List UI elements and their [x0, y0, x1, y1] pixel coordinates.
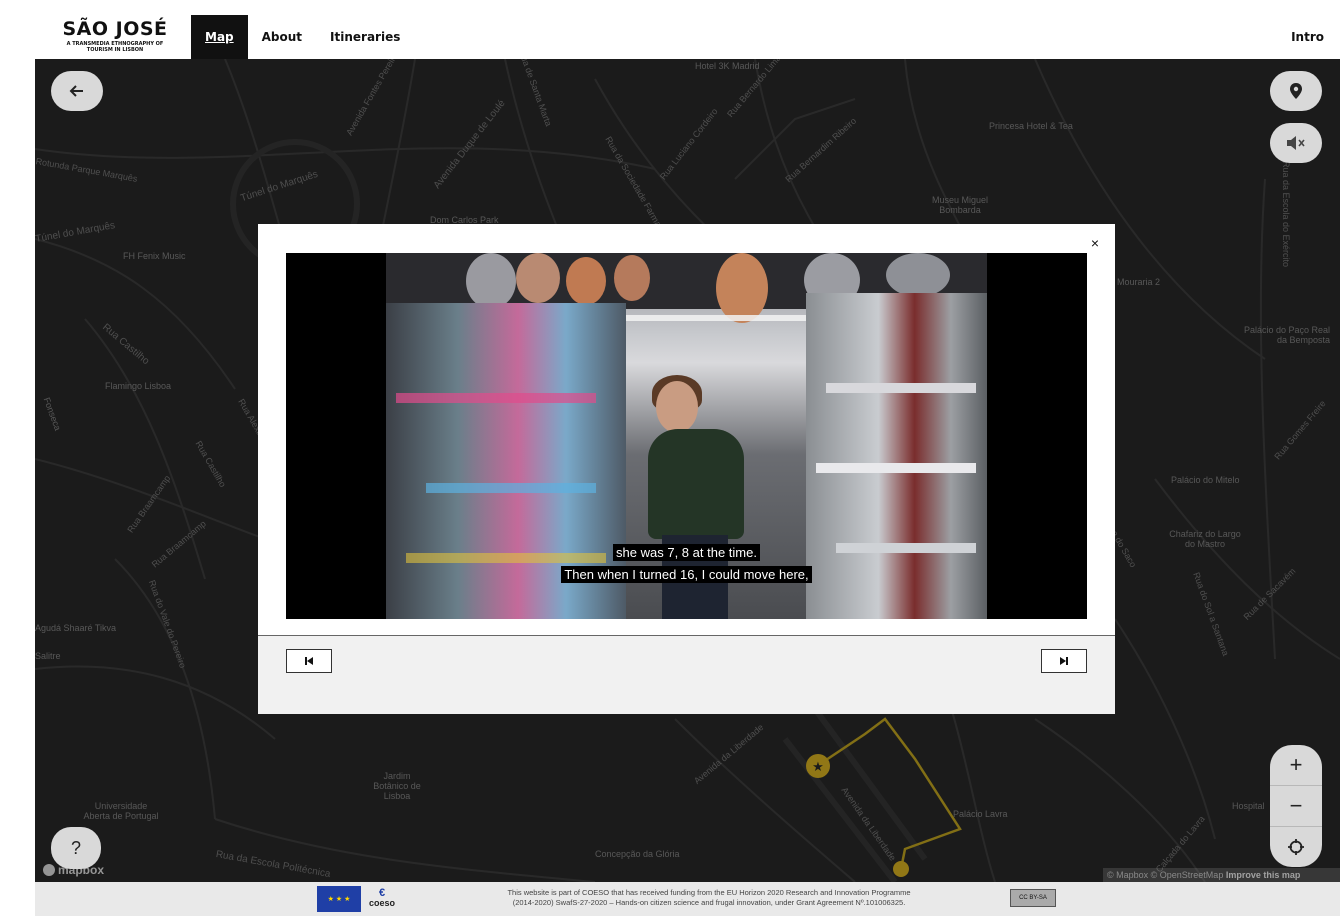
shelf-item: [396, 393, 596, 403]
zoom-in-button[interactable]: +: [1270, 745, 1322, 786]
balloon: [516, 253, 560, 303]
subtitle-line: Then when I turned 16, I could move here…: [286, 566, 1087, 583]
back-button[interactable]: [51, 71, 103, 111]
map-label-text: Jardim Botânico de Lisboa: [373, 771, 421, 801]
video-frame: [386, 253, 987, 619]
map-label: Hotel 3K Madrid: [695, 61, 760, 71]
location-button[interactable]: [1270, 71, 1322, 111]
shelf-item: [816, 463, 976, 473]
map-label: Universidade Aberta de Portugal: [81, 801, 161, 821]
map-label: Princesa Hotel & Tea: [989, 121, 1073, 131]
funding-text: This website is part of COESO that has r…: [429, 888, 989, 908]
skip-back-icon: [305, 657, 313, 665]
funding-text-line: This website is part of COESO that has r…: [507, 888, 911, 897]
funding-text-line: (2014-2020) SwafS-27-2020 – Hands-on cit…: [512, 898, 906, 907]
brand-logo[interactable]: SÃO JOSÉ A TRANSMEDIA ETHNOGRAPHY OF TOU…: [35, 15, 191, 59]
nav-map[interactable]: Map: [191, 15, 248, 59]
map-label: Agudá Shaaré Tikva: [35, 623, 117, 633]
nav-intro[interactable]: Intro: [1275, 15, 1340, 59]
nav-itineraries[interactable]: Itineraries: [316, 15, 414, 59]
balloon: [614, 255, 650, 301]
map-label: Palácio Lavra: [953, 809, 1008, 819]
zoom-out-button[interactable]: −: [1270, 786, 1322, 827]
nav-about[interactable]: About: [248, 15, 316, 59]
svg-text:★: ★: [812, 759, 824, 774]
balloon: [466, 253, 516, 309]
next-button[interactable]: [1041, 649, 1087, 673]
license-badge[interactable]: CC BY-SA: [1010, 889, 1056, 907]
map-label: Hospital: [1232, 801, 1265, 811]
skip-forward-icon: [1060, 657, 1068, 665]
subtitle-text: she was 7, 8 at the time.: [613, 544, 760, 561]
map-label-text: Palácio do Paço Real da Bemposta: [1243, 325, 1330, 345]
brand-subtitle: A TRANSMEDIA ETHNOGRAPHY OF TOURISM IN L…: [66, 41, 164, 53]
arrow-left-icon: [69, 85, 83, 97]
map-attribution: © Mapbox © OpenStreetMap Improve this ma…: [1103, 868, 1340, 882]
shelf-item: [426, 483, 596, 493]
subtitle-line: she was 7, 8 at the time.: [286, 544, 1087, 561]
brand-title: SÃO JOSÉ: [62, 18, 168, 40]
site-footer: ★ ★ ★ € coeso This website is part of CO…: [35, 882, 1340, 916]
subtitle-text: Then when I turned 16, I could move here…: [561, 566, 812, 583]
balloon: [566, 257, 606, 305]
eu-flag-icon: ★ ★ ★: [317, 886, 361, 912]
map-label-text: Museu Miguel Bombarda: [931, 195, 989, 215]
top-navbar: SÃO JOSÉ A TRANSMEDIA ETHNOGRAPHY OF TOU…: [35, 15, 1340, 59]
shelf-item: [826, 383, 976, 393]
person-body: [648, 429, 744, 539]
coeso-logo: € coeso: [369, 887, 396, 909]
locate-button[interactable]: [1270, 827, 1322, 867]
person-head: [656, 381, 698, 433]
balloon: [716, 253, 768, 323]
video-player[interactable]: she was 7, 8 at the time. Then when I tu…: [286, 253, 1087, 619]
mapbox-icon: [43, 864, 55, 876]
attribution-text: © Mapbox © OpenStreetMap: [1107, 870, 1224, 880]
coeso-mark-icon: €: [378, 887, 386, 899]
map-label: FH Fenix Music: [123, 251, 186, 261]
improve-map-link[interactable]: Improve this map: [1226, 870, 1301, 880]
coeso-label: coeso: [369, 898, 396, 908]
crosshair-icon: [1288, 839, 1304, 855]
map-label: Flamingo Lisboa: [105, 381, 172, 391]
close-icon[interactable]: ×: [1091, 235, 1099, 251]
map-pin-icon: [1290, 83, 1302, 99]
map-label: Concepção da Glória: [595, 849, 680, 859]
map-label: Chafariz do Largo do Mastro: [1165, 529, 1245, 549]
map-label: Palácio do Paço Real da Bemposta: [1240, 325, 1330, 345]
modal-footer: [258, 636, 1115, 714]
map-label: Mouraria 2: [1117, 277, 1161, 287]
help-button[interactable]: ?: [51, 827, 101, 869]
map-label: Rua da Escola do Exército: [1281, 160, 1292, 268]
speaker-mute-icon: [1287, 136, 1305, 150]
map-label: Museu Miguel Bombarda: [925, 195, 995, 215]
map-label: Jardim Botânico de Lisboa: [365, 771, 429, 801]
map-label-text: Universidade Aberta de Portugal: [83, 801, 159, 821]
app-window: ★ Hotel 3K Madrid Princesa Hotel & Tea M…: [35, 15, 1340, 916]
video-modal: × she was 7, 8 at the time. Then when I …: [258, 224, 1115, 714]
mute-button[interactable]: [1270, 123, 1322, 163]
map-label: Palácio do Mitelo: [1171, 475, 1240, 485]
balloon: [886, 253, 950, 297]
map-label-text: Chafariz do Largo do Mastro: [1169, 529, 1241, 549]
zoom-controls: + −: [1270, 745, 1322, 867]
previous-button[interactable]: [286, 649, 332, 673]
help-label: ?: [70, 837, 81, 858]
map-label: Salitre: [35, 651, 61, 661]
